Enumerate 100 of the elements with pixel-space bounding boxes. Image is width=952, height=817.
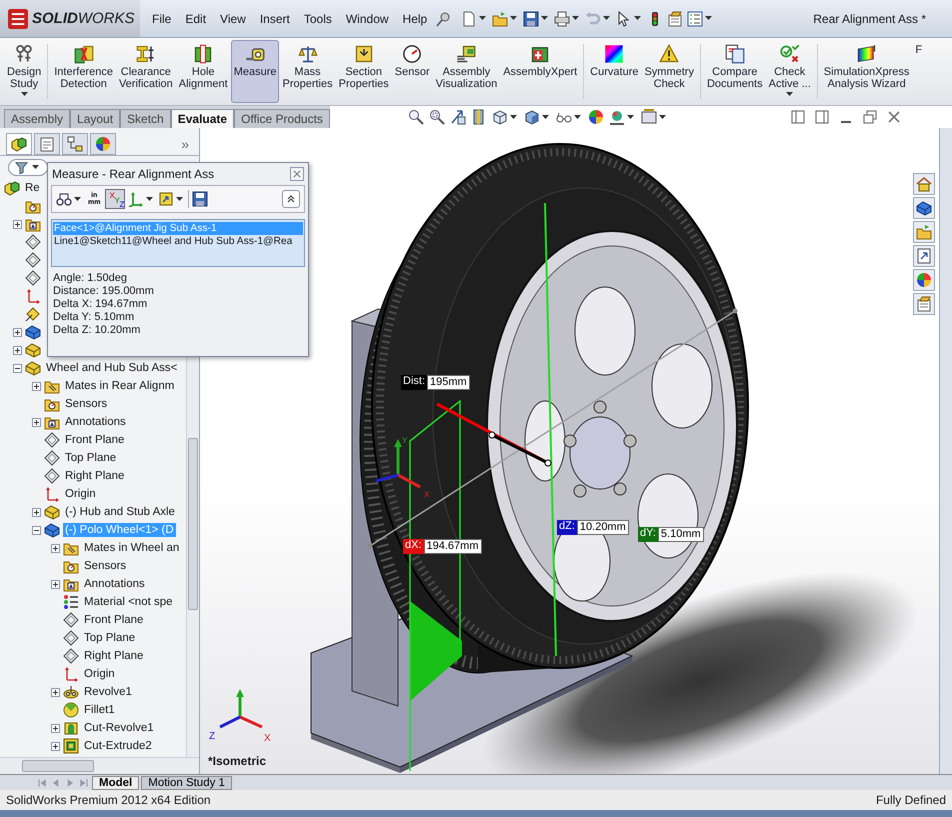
bottom-tab[interactable]: Motion Study 1 — [141, 776, 232, 790]
ribbon-button[interactable]: AssemblyXpert — [500, 40, 580, 103]
command-tab[interactable]: Evaluate — [170, 109, 234, 128]
menu-item[interactable]: Insert — [254, 12, 296, 26]
caret-icon[interactable] — [705, 16, 712, 21]
close-icon[interactable] — [886, 109, 902, 125]
ribbon-button[interactable]: Compare Documents — [704, 40, 766, 103]
menu-item[interactable]: File — [146, 12, 178, 26]
circles-icon[interactable] — [56, 191, 72, 207]
collapse-button[interactable] — [282, 190, 300, 208]
tree-item[interactable]: Revolve1 — [82, 685, 134, 699]
selection-item[interactable]: Line1@Sketch11@Wheel and Hub Sub Ass-1@Rea — [53, 235, 303, 248]
tree-item[interactable]: Front Plane — [82, 613, 146, 627]
expand-toggle[interactable] — [51, 580, 60, 588]
command-tab[interactable]: Sketch — [120, 109, 171, 128]
xyz-toggle[interactable]: XYZ — [105, 189, 126, 209]
filter-dropdown[interactable] — [8, 158, 48, 176]
tile-icon[interactable] — [814, 109, 830, 125]
pushpin-icon[interactable] — [435, 10, 452, 26]
expand-toggle[interactable] — [32, 526, 41, 534]
display-settings-icon[interactable] — [640, 109, 657, 125]
panel-tab[interactable] — [62, 132, 88, 154]
caret-icon[interactable] — [542, 114, 549, 120]
ribbon-button[interactable]: Hole Alignment — [176, 40, 231, 103]
more-tabs-chevron[interactable]: » — [181, 136, 189, 152]
panel-tab[interactable] — [90, 132, 116, 154]
scrollbar-thumb[interactable] — [22, 760, 94, 772]
ribbon-button[interactable]: Check Active ... — [766, 40, 814, 103]
zoom-area-icon[interactable] — [428, 109, 445, 125]
menu-item[interactable]: Window — [340, 12, 395, 26]
options-icon[interactable] — [667, 10, 684, 26]
caret-icon[interactable] — [658, 114, 666, 120]
scene-icon[interactable] — [608, 109, 625, 125]
expand-toggle[interactable] — [51, 544, 60, 552]
expand-toggle[interactable] — [51, 688, 60, 696]
tree-item[interactable]: Re — [23, 181, 42, 195]
horizontal-scrollbar[interactable] — [0, 757, 199, 774]
menu-item[interactable]: Edit — [179, 12, 212, 26]
new-document-icon[interactable] — [461, 10, 478, 26]
expand-toggle[interactable] — [51, 742, 60, 750]
task-pane-tab[interactable] — [913, 269, 935, 291]
task-pane-tab[interactable] — [913, 293, 935, 315]
tree-item[interactable]: Cut-Revolve1 — [82, 721, 156, 735]
restore-icon[interactable] — [862, 109, 878, 125]
printer-icon[interactable] — [554, 10, 570, 26]
save-icon[interactable] — [523, 10, 540, 26]
expand-toggle[interactable] — [51, 724, 60, 732]
tree-item[interactable]: Top Plane — [82, 631, 138, 645]
caret-icon[interactable] — [176, 196, 184, 202]
tree-item[interactable]: Material <not spe — [82, 595, 175, 609]
view-cube-icon[interactable] — [492, 109, 508, 125]
task-pane-tab[interactable] — [913, 197, 935, 219]
command-tab[interactable]: Office Products — [234, 109, 330, 128]
save-icon[interactable] — [192, 191, 208, 207]
ribbon-button[interactable]: Section Properties — [336, 40, 392, 103]
caret-icon[interactable] — [572, 16, 580, 21]
expand-toggle[interactable] — [32, 382, 41, 390]
caret-icon[interactable] — [603, 16, 610, 21]
scrollbar-thumb[interactable] — [188, 438, 198, 610]
close-button[interactable] — [290, 167, 304, 181]
command-tab[interactable]: Assembly — [4, 109, 70, 128]
tree-item[interactable]: Front Plane — [63, 433, 126, 447]
ribbon-button[interactable]: Mass Properties — [279, 40, 336, 103]
tree-item[interactable]: Annotations — [82, 577, 147, 591]
ribbon-button[interactable]: Interference Detection — [51, 40, 116, 103]
expand-toggle[interactable] — [32, 418, 41, 426]
tree-item[interactable]: Cut-Extrude2 — [82, 739, 154, 753]
caret-icon[interactable] — [786, 92, 794, 97]
ribbon-button[interactable]: Symmetry Check — [641, 40, 697, 103]
caret-icon[interactable] — [634, 16, 642, 21]
checklist-icon[interactable] — [687, 10, 704, 26]
ribbon-button[interactable]: Clearance Verification — [116, 40, 176, 103]
task-pane-tab[interactable] — [913, 221, 935, 243]
bottom-tab[interactable]: Model — [92, 776, 140, 790]
tree-item[interactable]: Right Plane — [63, 469, 126, 483]
tree-item[interactable]: Wheel and Hub Sub Ass< — [44, 361, 180, 375]
ribbon-button[interactable]: Design Study — [4, 40, 44, 103]
tree-item[interactable]: Origin — [82, 667, 117, 681]
command-tab[interactable]: Layout — [70, 109, 120, 128]
tree-item[interactable]: Origin — [63, 487, 98, 501]
caret-icon[interactable] — [626, 114, 634, 120]
color-sphere-icon[interactable] — [588, 109, 604, 125]
caret-icon[interactable] — [74, 196, 81, 202]
previous-view-icon[interactable] — [450, 109, 466, 125]
ribbon-button[interactable]: Assembly Visualization — [432, 40, 500, 103]
menu-item[interactable]: View — [214, 12, 252, 26]
caret-icon[interactable] — [146, 196, 154, 202]
tree-item[interactable]: Sensors — [63, 397, 110, 411]
panel-tab[interactable] — [34, 132, 60, 154]
caret-icon[interactable] — [574, 114, 581, 120]
caret-icon[interactable] — [510, 16, 518, 21]
panel-tab[interactable] — [6, 132, 32, 154]
tree-item[interactable]: Top Plane — [63, 451, 118, 465]
menu-item[interactable]: Tools — [298, 12, 338, 26]
caret-icon[interactable] — [479, 16, 486, 21]
caret-icon[interactable] — [541, 16, 548, 21]
tree-item[interactable]: Fillet1 — [82, 703, 117, 717]
ribbon-button[interactable]: SimulationXpress Analysis Wizard — [820, 40, 912, 103]
caret-icon[interactable] — [510, 114, 517, 120]
expand-toggle[interactable] — [13, 364, 22, 372]
